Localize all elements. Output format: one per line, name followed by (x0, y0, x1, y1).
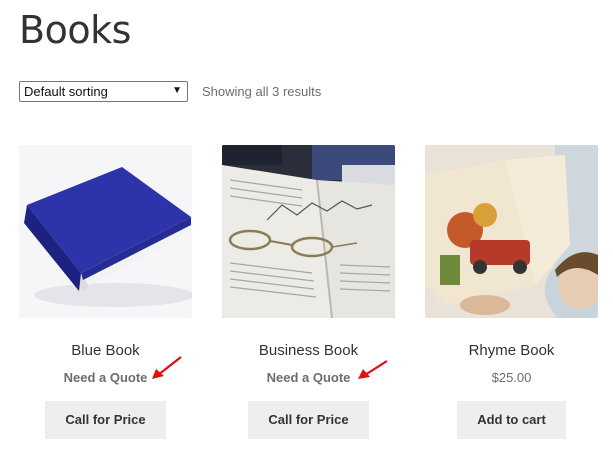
product-card: Business Book Need a Quote Call for Pric… (222, 145, 395, 439)
sort-selected-value: Default sorting (24, 84, 108, 99)
result-count: Showing all 3 results (202, 84, 322, 99)
product-image-link[interactable] (222, 145, 395, 318)
call-for-price-button[interactable]: Call for Price (45, 401, 166, 439)
chevron-down-icon: ▼ (172, 85, 182, 96)
product-price: $25.00 (491, 370, 532, 385)
shop-toolbar: Default sorting ▼ Showing all 3 results (19, 81, 321, 102)
product-grid: Blue Book Need a Quote Call for Price Bu… (19, 145, 599, 445)
sort-select[interactable]: Default sorting ▼ (19, 81, 188, 102)
product-title[interactable]: Rhyme Book (425, 342, 598, 359)
red-arrow-icon (152, 356, 182, 379)
product-card: Rhyme Book $25.00 Add to cart (425, 145, 598, 439)
page-title: Books (19, 8, 131, 52)
product-card: Blue Book Need a Quote Call for Price (19, 145, 192, 439)
product-image-link[interactable] (425, 145, 598, 318)
call-for-price-button[interactable]: Call for Price (248, 401, 369, 439)
product-image-link[interactable] (19, 145, 192, 318)
red-arrow-icon (358, 360, 388, 379)
product-title[interactable]: Business Book (222, 342, 395, 359)
open-business-book-image (222, 145, 395, 318)
child-reading-picture-book-image (425, 145, 598, 318)
add-to-cart-button[interactable]: Add to cart (457, 401, 566, 439)
blue-book-image (19, 145, 192, 318)
